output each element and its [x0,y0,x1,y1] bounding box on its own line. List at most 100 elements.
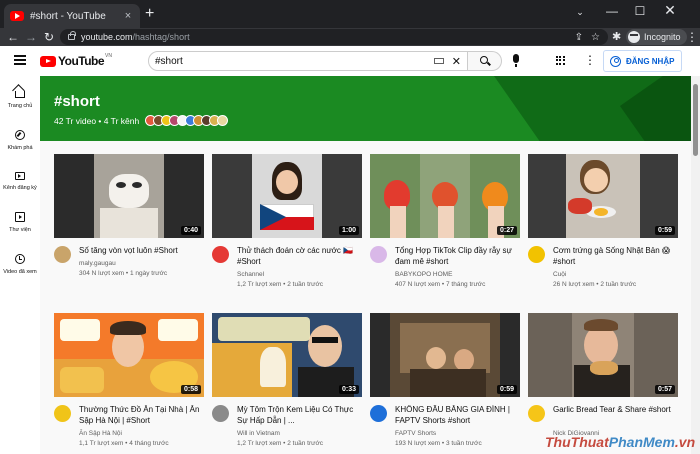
browser-tab[interactable]: #short - YouTube × [4,4,140,28]
channel-avatar[interactable] [370,405,387,422]
youtube-logo[interactable]: YouTube VN [40,53,112,68]
lock-icon[interactable] [68,31,76,40]
channel-avatar[interactable] [212,246,229,263]
guide-item-home[interactable]: Trang chủ [0,88,40,109]
video-stats: 1,1 Tr lượt xem • 4 tháng trước [79,440,169,447]
hashtag-header: #short 42 Tr video • 4 Tr kênh [40,76,691,141]
channel-name[interactable]: FAPTV Shorts [395,430,519,437]
address-bar[interactable]: youtube.com/hashtag/short ⇪ ☆ [60,29,608,45]
minimize-button[interactable]: — [602,4,622,18]
video-card[interactable]: 0:59 KHÔNG ĐẦU BĂNG GIA ĐÌNH | FAPTV Sho… [370,313,520,454]
maximize-button[interactable]: ☐ [630,4,650,18]
video-duration: 0:33 [338,385,359,394]
channel-avatar[interactable] [528,405,545,422]
video-thumbnail[interactable]: 1:00 [212,154,362,238]
settings-kebab-icon[interactable]: ⋮ [584,54,596,66]
video-thumbnail[interactable]: 0:58 [54,313,204,397]
guide-item-library[interactable]: Thư viện [0,212,40,233]
video-card[interactable]: 0:58 Thường Thức Đồ Ăn Tại Nhà | Ăn Sập … [54,313,204,454]
region-code: VN [105,53,112,59]
video-thumbnail[interactable]: 0:59 [528,154,678,238]
forward-button[interactable]: → [24,28,38,46]
keyboard-icon[interactable] [433,58,444,64]
video-card[interactable]: 1:00 Thử thách đoán cờ các nước 🇨🇿 #Shor… [212,154,362,296]
channel-name[interactable]: maly.gaugau [79,260,203,267]
search-icon [480,56,488,64]
guide-item-explore[interactable]: Khám phá [0,130,40,151]
search-button[interactable] [468,51,502,71]
video-duration: 0:40 [180,226,201,235]
video-stats: 1,2 Tr lượt xem • 2 tuần trước [237,440,323,447]
clear-search-icon[interactable]: ✕ [452,55,461,68]
video-thumbnail[interactable]: 0:40 [54,154,204,238]
channel-name[interactable]: Ăn Sập Hà Nội [79,430,203,437]
channel-avatar[interactable] [528,246,545,263]
guide-item-history[interactable]: Video đã xem [0,254,40,275]
video-card[interactable]: 0:57 Garlic Bread Tear & Share #short Ni… [528,313,678,454]
channel-avatar[interactable] [370,246,387,263]
video-title[interactable]: Số tăng vòn vọt luôn #Short [79,246,203,257]
video-thumbnail[interactable]: 0:57 [528,313,678,397]
channel-name[interactable]: Cuội [553,271,677,278]
reload-button[interactable]: ↻ [42,28,56,46]
video-duration: 1:00 [338,226,359,235]
url-text[interactable]: youtube.com/hashtag/short [81,32,567,42]
video-stats: 407 N lượt xem • 7 tháng trước [395,281,486,288]
browser-toolbar: ← → ↻ youtube.com/hashtag/short ⇪ ☆ ✱ In… [0,28,700,46]
incognito-indicator[interactable]: Incognito [626,29,687,45]
new-tab-button[interactable]: + [145,6,154,22]
video-thumbnail[interactable]: 0:33 [212,313,362,397]
video-thumbnail[interactable]: 0:27 [370,154,520,238]
channel-name[interactable]: Will in Vietnam [237,430,361,437]
video-title[interactable]: KHÔNG ĐẦU BĂNG GIA ĐÌNH | FAPTV Shorts #… [395,405,519,426]
video-card[interactable]: 0:27 Tổng Hợp TikTok Clip đầy rẫy sự đam… [370,154,520,296]
channel-avatar[interactable] [54,405,71,422]
guide-item-subscriptions[interactable]: Kênh đăng ký [0,172,40,191]
video-duration: 0:59 [654,226,675,235]
mini-guide: Trang chủ Khám phá Kênh đăng ký Thư viện… [0,76,40,454]
youtube-masthead: YouTube VN #short ✕ ⋮ ĐĂNG NHẬP [0,46,700,76]
sign-in-button[interactable]: ĐĂNG NHẬP [603,50,682,72]
video-stats: 26 N lượt xem • 2 tuần trước [553,281,637,288]
subscriptions-icon [15,172,25,180]
scrollbar-thumb[interactable] [693,84,698,156]
close-window-button[interactable]: ✕ [660,2,680,19]
hashtag-title: #short [54,93,100,110]
video-title[interactable]: Cơm trứng gà Sống Nhật Bản 😱 #short [553,246,677,267]
channel-avatar[interactable] [54,246,71,263]
tab-title: #short - YouTube [30,10,106,22]
back-button[interactable]: ← [6,28,20,46]
tab-search-icon[interactable]: ⌄ [570,7,590,18]
bookmark-star-icon[interactable]: ☆ [591,32,600,43]
channel-name[interactable]: BABYKOPO HOME [395,271,519,278]
video-card[interactable]: 0:33 Mỳ Tôm Trộn Kem Liệu Có Thực Sự Hấp… [212,313,362,454]
video-title[interactable]: Tổng Hợp TikTok Clip đầy rẫy sự đam mê #… [395,246,519,267]
video-stats: 193 N lượt xem • 3 tuần trước [395,440,482,447]
extensions-icon[interactable]: ✱ [612,30,621,43]
tab-close-icon[interactable]: × [122,10,134,22]
compass-icon [15,130,25,140]
video-title[interactable]: Thường Thức Đồ Ăn Tại Nhà | Ăn Sập Hà Nộ… [79,405,203,426]
youtube-play-icon [40,55,56,67]
video-card[interactable]: 0:40 Số tăng vòn vọt luôn #Short maly.ga… [54,154,204,296]
video-title[interactable]: Mỳ Tôm Trộn Kem Liệu Có Thực Sự Hấp Dẫn … [237,405,361,426]
incognito-icon [628,31,640,43]
share-icon[interactable]: ⇪ [575,32,583,43]
search-query[interactable]: #short [155,56,434,67]
video-stats: 1,2 Tr lượt xem • 2 tuần trước [237,281,323,288]
video-title[interactable]: Garlic Bread Tear & Share #short [553,405,677,416]
video-card[interactable]: 0:59 Cơm trứng gà Sống Nhật Bản 😱 #short… [528,154,678,296]
video-stats: 304 N lượt xem • 1 ngày trước [79,270,168,277]
channel-name[interactable]: Schannel [237,271,361,278]
apps-grid-icon[interactable] [556,56,566,66]
search-input[interactable]: #short ✕ [148,51,468,71]
account-icon [610,55,621,67]
channel-avatar[interactable] [212,405,229,422]
video-thumbnail[interactable]: 0:59 [370,313,520,397]
chrome-menu-button[interactable]: ⋮ [686,28,698,46]
video-title[interactable]: Thử thách đoán cờ các nước 🇨🇿 #Short [237,246,361,267]
history-icon [15,254,25,264]
microphone-icon[interactable] [513,54,519,67]
menu-icon[interactable] [14,55,26,65]
video-duration: 0:59 [496,385,517,394]
